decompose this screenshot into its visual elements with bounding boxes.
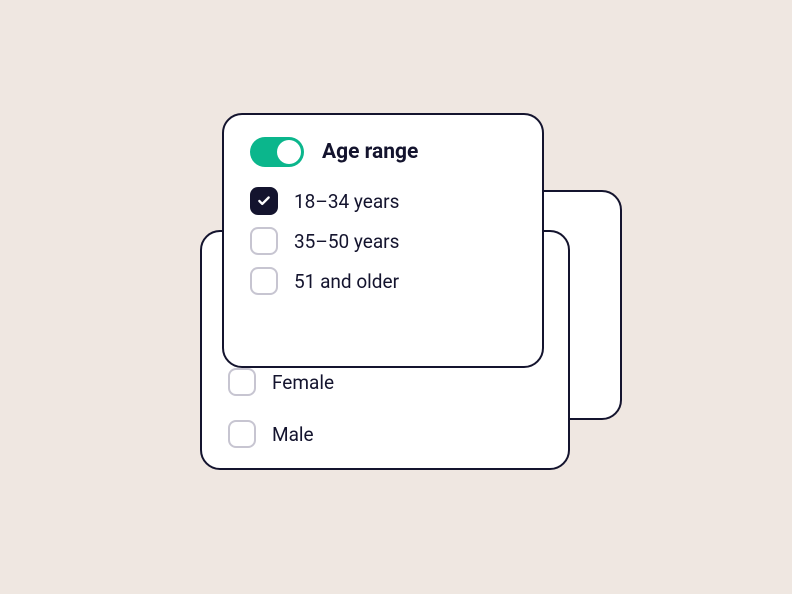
age-filter-card: Age range 18–34 years 35–50 years 51 and… <box>222 113 544 368</box>
option-label: 35–50 years <box>294 230 399 253</box>
age-option-51-plus[interactable]: 51 and older <box>250 267 516 295</box>
toggle-knob-icon <box>277 140 301 164</box>
age-toggle[interactable] <box>250 137 304 167</box>
option-label: 18–34 years <box>294 190 399 213</box>
checkbox-icon <box>250 227 278 255</box>
option-label: Female <box>272 371 334 394</box>
checkbox-icon <box>250 267 278 295</box>
gender-option-female[interactable]: Female <box>228 368 542 396</box>
option-label: 51 and older <box>294 270 399 293</box>
checkbox-icon <box>250 187 278 215</box>
option-label: Male <box>272 423 314 446</box>
age-toggle-row: Age range <box>250 137 516 167</box>
checkbox-icon <box>228 368 256 396</box>
gender-option-male[interactable]: Male <box>228 420 542 448</box>
age-option-18-34[interactable]: 18–34 years <box>250 187 516 215</box>
section-title: Age range <box>322 140 418 164</box>
checkbox-icon <box>228 420 256 448</box>
age-option-35-50[interactable]: 35–50 years <box>250 227 516 255</box>
